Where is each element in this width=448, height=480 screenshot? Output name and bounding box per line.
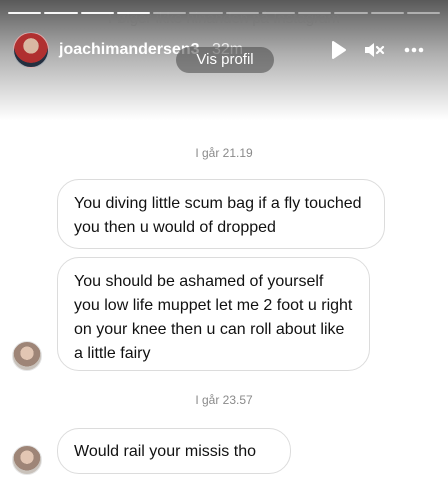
story-user-avatar[interactable]: [13, 32, 49, 68]
play-icon[interactable]: [326, 38, 350, 62]
message-bubble: Would rail your missis tho: [57, 428, 291, 474]
progress-segment: [406, 12, 440, 14]
message-timestamp: I går 23.57: [195, 393, 253, 407]
progress-segment: [153, 12, 187, 14]
story-progress-bar: [8, 12, 440, 14]
progress-segment: [189, 12, 223, 14]
message-bubble: You should be ashamed of yourself you lo…: [57, 257, 370, 371]
message-bubble: You diving little scum bag if a fly touc…: [57, 179, 385, 249]
progress-segment: [225, 12, 259, 14]
progress-segment: [261, 12, 295, 14]
message-timestamp: I går 21.19: [195, 146, 253, 160]
more-options-icon[interactable]: [402, 38, 426, 62]
progress-segment: [44, 12, 78, 14]
progress-segment: [80, 12, 114, 14]
volume-muted-icon[interactable]: [362, 38, 386, 62]
progress-segment: [8, 12, 42, 14]
visit-profile-button[interactable]: Vis profil: [176, 47, 274, 73]
progress-segment: [370, 12, 404, 14]
progress-segment: [298, 12, 332, 14]
progress-segment: [334, 12, 368, 14]
sender-avatar: [12, 341, 42, 371]
progress-segment: [116, 12, 150, 14]
sender-avatar: [12, 445, 42, 475]
